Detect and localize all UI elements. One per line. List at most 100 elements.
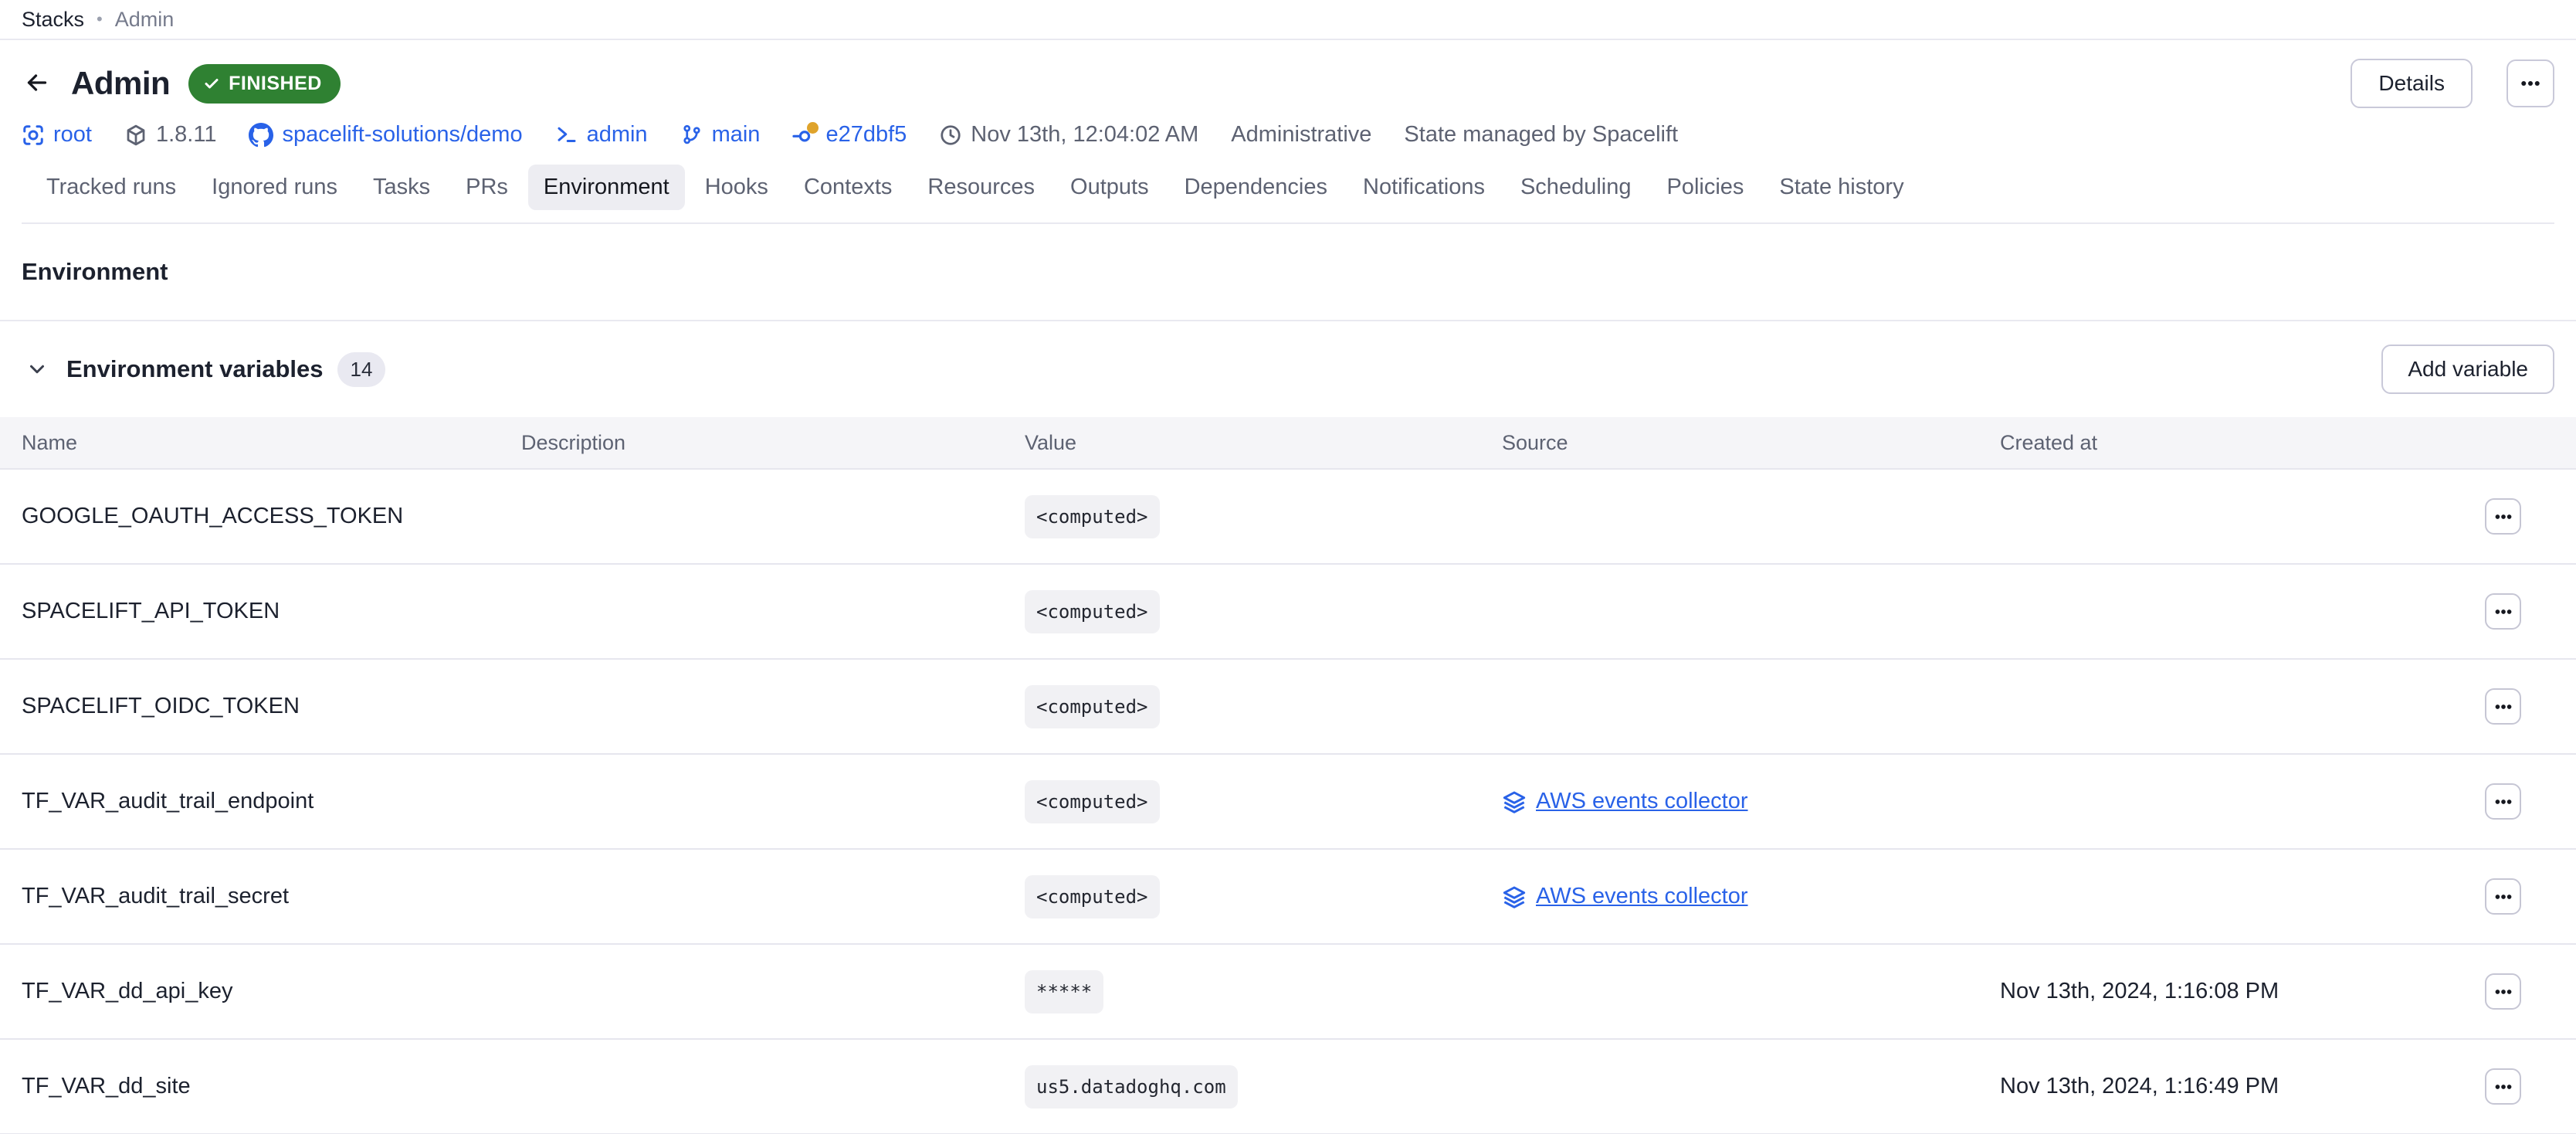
env-var-source-link[interactable]: AWS events collector	[1536, 789, 1748, 814]
add-variable-button[interactable]: Add variable	[2381, 345, 2554, 394]
project-root-link[interactable]: admin	[555, 122, 648, 148]
ellipsis-icon	[2493, 1077, 2513, 1097]
created-timestamp: Nov 13th, 12:04:02 AM	[939, 122, 1198, 148]
created-timestamp-label: Nov 13th, 12:04:02 AM	[971, 122, 1198, 148]
column-header-created-at: Created at	[2000, 431, 2485, 455]
commit-link[interactable]: e27dbf5	[792, 122, 907, 148]
env-var-source: AWS events collector	[1502, 884, 2000, 909]
section-title: Environment variables	[66, 355, 324, 383]
env-var-row: TF_VAR_dd_site us5.datadoghq.com Nov 13t…	[0, 1040, 2576, 1134]
layers-icon	[1502, 789, 1527, 814]
stack-meta-row: root 1.8.11 spacelift-solutions/demo adm…	[22, 122, 2554, 148]
tab-dependencies[interactable]: Dependencies	[1169, 165, 1343, 210]
tab-environment[interactable]: Environment	[528, 165, 685, 210]
row-menu-button[interactable]	[2485, 593, 2521, 630]
page-title: Admin	[71, 65, 170, 102]
tab-resources[interactable]: Resources	[912, 165, 1050, 210]
environment-heading: Environment	[22, 258, 2554, 286]
header-more-button[interactable]	[2507, 59, 2554, 107]
env-var-row: SPACELIFT_OIDC_TOKEN <computed>	[0, 660, 2576, 755]
env-var-name: TF_VAR_audit_trail_secret	[22, 884, 521, 909]
env-var-source-link[interactable]: AWS events collector	[1536, 884, 1748, 909]
tab-prs[interactable]: PRs	[450, 165, 524, 210]
env-var-row: SPACELIFT_API_TOKEN <computed>	[0, 565, 2576, 660]
github-icon	[249, 123, 273, 148]
terraform-version: 1.8.11	[124, 122, 216, 148]
arrow-left-icon	[23, 69, 51, 99]
status-badge-label: FINISHED	[229, 73, 322, 95]
state-managed-label: State managed by Spacelift	[1404, 122, 1678, 148]
row-menu-button[interactable]	[2485, 973, 2521, 1010]
terraform-version-label: 1.8.11	[156, 122, 216, 148]
chevron-down-icon	[25, 358, 49, 381]
breadcrumb: Stacks • Admin	[0, 0, 2576, 40]
variables-count-badge: 14	[337, 352, 386, 387]
clock-icon	[939, 124, 962, 147]
env-var-value-chip: *****	[1025, 970, 1103, 1013]
tab-contexts[interactable]: Contexts	[788, 165, 907, 210]
row-menu-button[interactable]	[2485, 1068, 2521, 1105]
collapse-toggle[interactable]	[22, 354, 53, 385]
repository-label: spacelift-solutions/demo	[282, 122, 522, 148]
stack-header: Admin FINISHED Details root 1.8.11	[0, 40, 2576, 224]
env-var-value-chip: <computed>	[1025, 495, 1160, 538]
space-label: root	[53, 122, 92, 148]
tab-ignored-runs[interactable]: Ignored runs	[196, 165, 353, 210]
ellipsis-icon	[2493, 887, 2513, 907]
env-var-value-chip: <computed>	[1025, 875, 1160, 918]
details-button[interactable]: Details	[2351, 59, 2473, 108]
ellipsis-icon	[2519, 72, 2542, 95]
row-menu-button[interactable]	[2485, 498, 2521, 535]
stack-tabs: Tracked runs Ignored runs Tasks PRs Envi…	[22, 165, 2554, 224]
column-header-name: Name	[22, 431, 521, 455]
row-menu-button[interactable]	[2485, 783, 2521, 820]
ellipsis-icon	[2493, 602, 2513, 622]
column-header-description: Description	[521, 431, 1025, 455]
tab-tracked-runs[interactable]: Tracked runs	[31, 165, 192, 210]
commit-label: e27dbf5	[825, 122, 907, 148]
column-header-source: Source	[1502, 431, 2000, 455]
env-var-name: SPACELIFT_API_TOKEN	[22, 599, 521, 624]
table-header-row: Name Description Value Source Created at	[0, 417, 2576, 470]
tab-notifications[interactable]: Notifications	[1347, 165, 1500, 210]
env-var-row: TF_VAR_audit_trail_secret <computed> AWS…	[0, 850, 2576, 945]
tab-hooks[interactable]: Hooks	[690, 165, 784, 210]
column-header-value: Value	[1025, 431, 1502, 455]
status-badge: FINISHED	[188, 64, 341, 104]
env-var-row: GOOGLE_OAUTH_ACCESS_TOKEN <computed>	[0, 470, 2576, 565]
env-var-source: AWS events collector	[1502, 789, 2000, 814]
branch-label: main	[712, 122, 761, 148]
breadcrumb-stacks-link[interactable]: Stacks	[22, 8, 84, 32]
tab-tasks[interactable]: Tasks	[358, 165, 446, 210]
row-menu-button[interactable]	[2485, 688, 2521, 725]
breadcrumb-separator: •	[97, 9, 103, 29]
cube-icon	[124, 124, 147, 147]
commit-icon	[792, 123, 817, 148]
tab-state-history[interactable]: State history	[1764, 165, 1919, 210]
env-variables-section-header: Environment variables 14 Add variable	[0, 321, 2576, 417]
row-menu-button[interactable]	[2485, 878, 2521, 915]
git-branch-icon	[680, 124, 703, 147]
tab-scheduling[interactable]: Scheduling	[1505, 165, 1647, 210]
check-icon	[202, 74, 221, 93]
env-var-value-chip: <computed>	[1025, 780, 1160, 823]
ellipsis-icon	[2493, 697, 2513, 717]
breadcrumb-current: Admin	[115, 8, 175, 32]
tab-outputs[interactable]: Outputs	[1055, 165, 1164, 210]
terminal-icon	[555, 124, 578, 147]
env-var-name: TF_VAR_audit_trail_endpoint	[22, 789, 521, 814]
repository-link[interactable]: spacelift-solutions/demo	[249, 122, 522, 148]
ellipsis-icon	[2493, 507, 2513, 527]
space-link[interactable]: root	[22, 122, 92, 148]
env-var-created-at: Nov 13th, 2024, 1:16:08 PM	[2000, 979, 2485, 1004]
env-var-value-chip: us5.datadoghq.com	[1025, 1065, 1238, 1109]
tab-policies[interactable]: Policies	[1651, 165, 1759, 210]
env-var-value-chip: <computed>	[1025, 590, 1160, 633]
env-var-created-at: Nov 13th, 2024, 1:16:49 PM	[2000, 1074, 2485, 1099]
commit-status-dot	[807, 122, 819, 134]
branch-link[interactable]: main	[680, 122, 761, 148]
project-root-label: admin	[587, 122, 648, 148]
env-var-name: TF_VAR_dd_api_key	[22, 979, 521, 1004]
back-button[interactable]	[22, 68, 53, 99]
env-var-value-chip: <computed>	[1025, 685, 1160, 728]
